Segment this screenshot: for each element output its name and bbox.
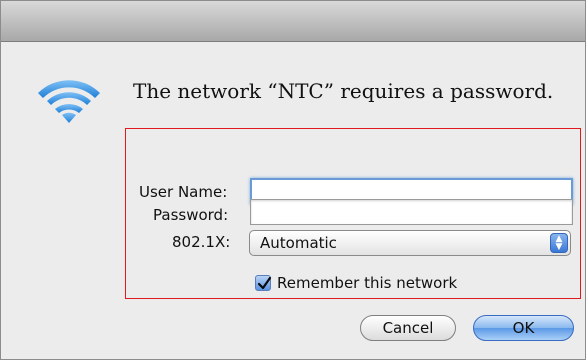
checkmark-icon [257,276,272,290]
username-label: User Name: [139,183,228,201]
password-input[interactable] [250,199,573,225]
dialog-message: The network “NTC” requires a password. [133,79,554,103]
password-label: Password: [153,206,229,224]
remember-network-label: Remember this network [277,274,458,292]
ok-button[interactable]: OK [473,315,574,341]
popup-arrows-icon: ▲ ▼ [550,233,568,253]
title-bar[interactable] [1,1,585,42]
cancel-button[interactable]: Cancel [360,315,456,341]
security-label: 802.1X: [172,233,231,251]
password-dialog: The network “NTC” requires a password. U… [0,0,586,360]
security-popup[interactable]: Automatic ▲ ▼ [249,230,571,256]
remember-network-checkbox[interactable] [255,275,272,291]
security-popup-value: Automatic [260,234,337,252]
wifi-icon [38,80,100,123]
